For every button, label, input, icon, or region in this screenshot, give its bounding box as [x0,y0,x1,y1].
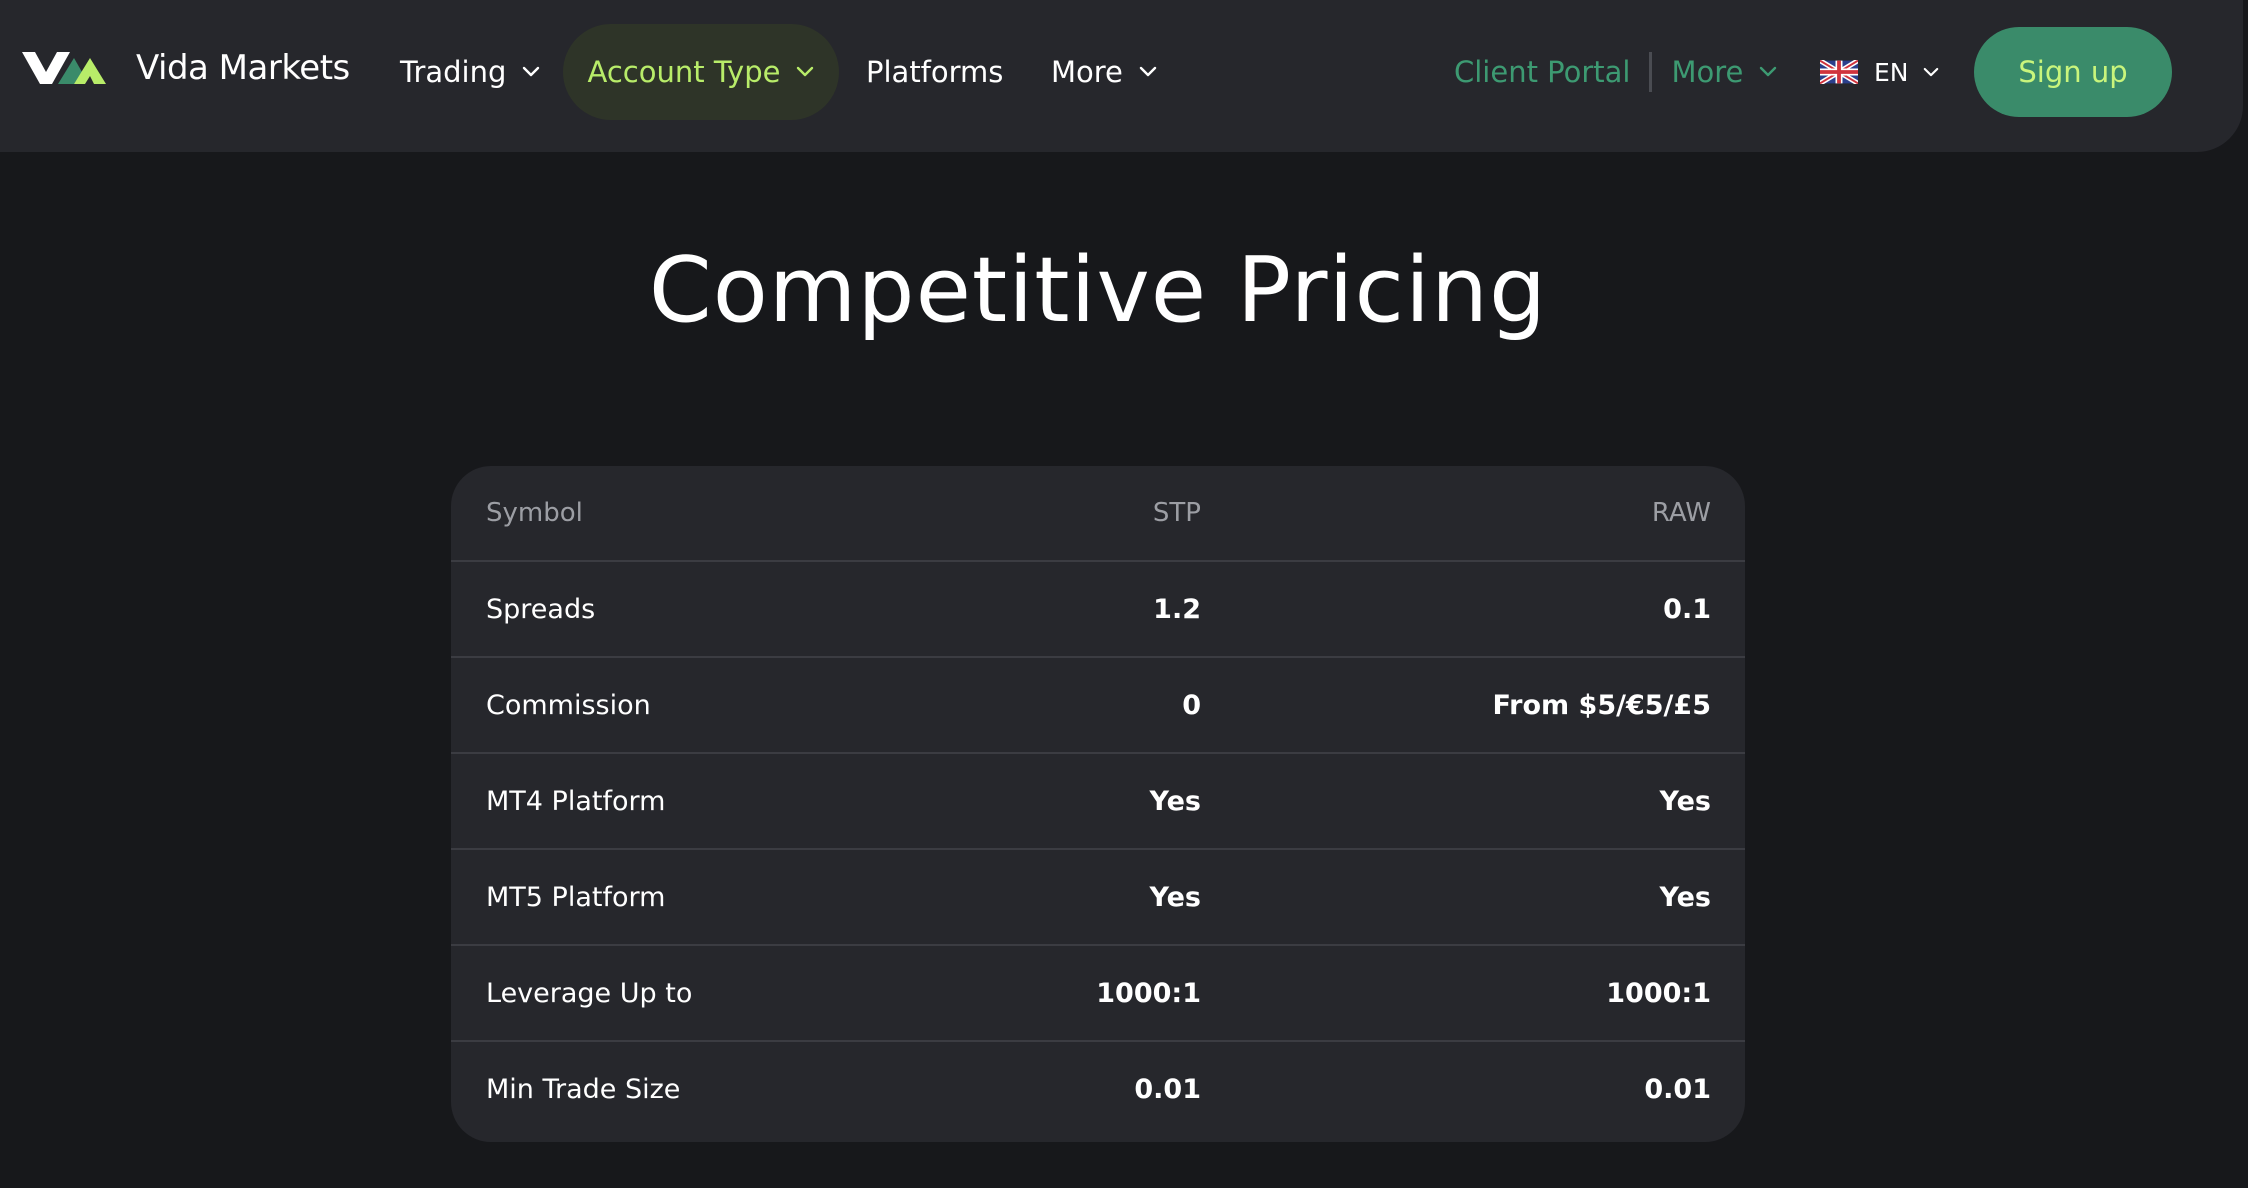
table-header-row: Symbol STP RAW [451,466,1745,562]
vida-logo-icon [22,52,106,84]
table-row: Spreads 1.2 0.1 [451,562,1745,658]
table-row: Min Trade Size 0.01 0.01 [451,1042,1745,1136]
table-row: Commission 0 From $5/€5/£5 [451,658,1745,754]
stp-value: Yes [1149,785,1201,817]
row-label: Commission [486,689,651,721]
nav-platforms[interactable]: Platforms [866,24,1003,120]
page-title: Competitive Pricing [648,238,1548,343]
chevron-down-icon [1923,67,1938,76]
nav-more-label: More [1051,55,1123,89]
chevron-down-icon[interactable] [1759,66,1777,78]
stp-value: 1.2 [1153,593,1201,625]
brand-logo[interactable]: Vida Markets [22,48,350,88]
header-raw: RAW [1651,498,1711,528]
row-label: Leverage Up to [486,977,693,1009]
raw-value: Yes [1659,785,1711,817]
chevron-down-icon [523,66,540,77]
raw-value: Yes [1659,881,1711,913]
nav-platforms-label: Platforms [866,55,1004,89]
portal-more-menu[interactable]: More [1672,55,1744,89]
chevron-down-icon [797,66,814,77]
raw-value: 0.1 [1663,593,1711,625]
raw-value: 1000:1 [1606,977,1711,1009]
top-navigation-bar: Vida Markets Trading Account Type Platfo… [0,0,2243,152]
signup-button[interactable]: Sign up [1974,27,2172,117]
client-portal-link[interactable]: Client Portal [1454,55,1631,89]
client-portal-group: Client Portal More [1454,24,1777,120]
portal-divider [1648,52,1652,92]
header-stp: STP [1152,498,1201,528]
language-code: EN [1874,57,1909,87]
row-label: MT4 Platform [486,785,666,817]
table-row: Leverage Up to 1000:1 1000:1 [451,946,1745,1042]
raw-value: 0.01 [1644,1073,1711,1105]
stp-value: 0.01 [1134,1073,1201,1105]
chevron-down-icon [1139,66,1157,77]
nav-more[interactable]: More [1051,24,1157,120]
nav-trading-label: Trading [400,55,507,89]
nav-trading[interactable]: Trading [400,24,540,120]
table-row: MT4 Platform Yes Yes [451,754,1745,850]
header-symbol: Symbol [486,498,583,528]
brand-name: Vida Markets [136,48,350,88]
language-selector[interactable]: EN [1820,24,1939,120]
row-label: Spreads [486,593,596,625]
nav-account-type-label: Account Type [587,55,781,89]
stp-value: 0 [1182,689,1201,721]
raw-value: From $5/€5/£5 [1492,689,1711,721]
row-label: MT5 Platform [486,881,666,913]
pricing-table: Symbol STP RAW Spreads 1.2 0.1 Commissio… [451,466,1745,1142]
uk-flag-icon [1820,60,1858,84]
table-row: MT5 Platform Yes Yes [451,850,1745,946]
stp-value: 1000:1 [1096,977,1201,1009]
stp-value: Yes [1149,881,1201,913]
nav-account-type[interactable]: Account Type [563,24,839,120]
row-label: Min Trade Size [486,1073,681,1105]
